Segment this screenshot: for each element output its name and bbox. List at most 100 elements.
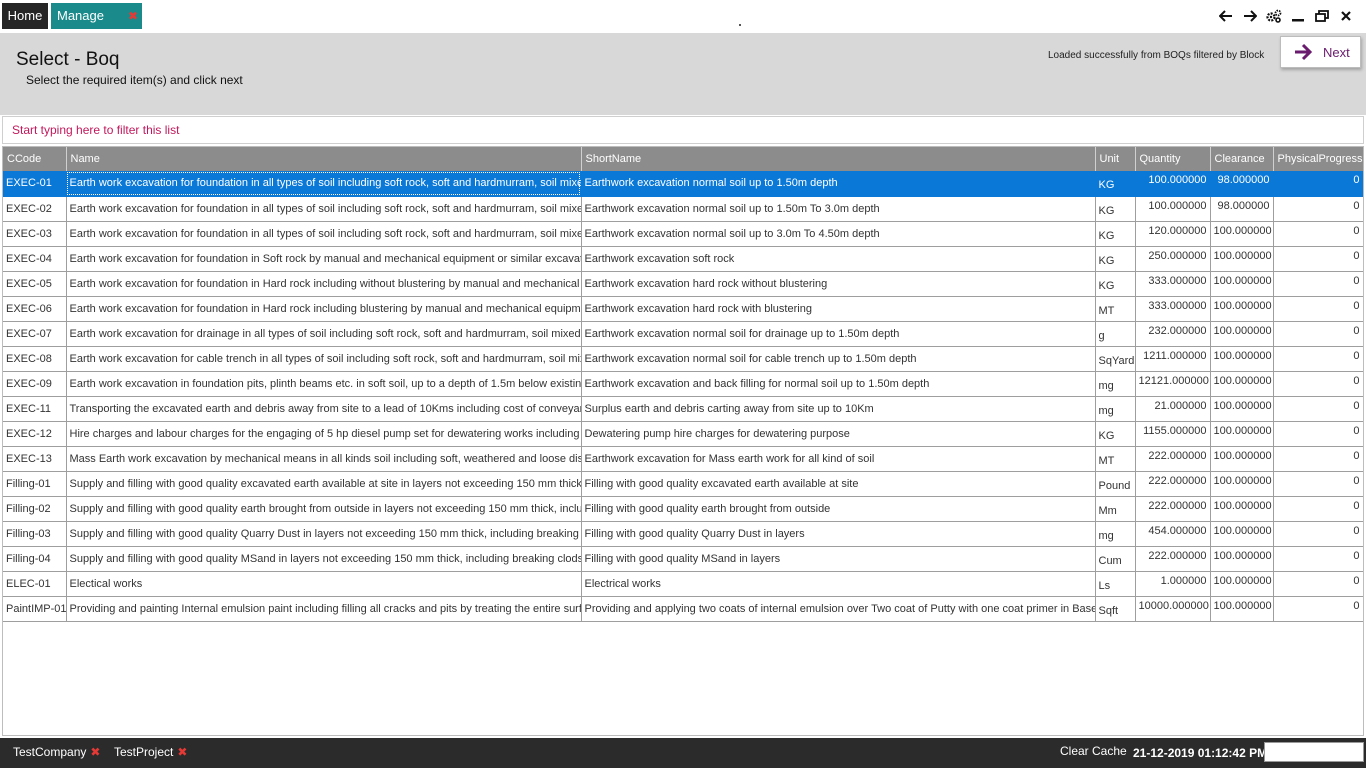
shortname-cell: Earthwork excavation normal soil up to 3… — [581, 221, 1096, 247]
progress-cell: 0 — [1273, 246, 1363, 272]
restore-icon[interactable] — [1314, 6, 1330, 26]
ccode-cell: EXEC-07 — [3, 321, 67, 347]
table-row[interactable]: Filling-01 Supply and filling with good q… — [3, 471, 1363, 497]
table-row[interactable]: EXEC-08 Earth work excavation for cable t… — [3, 346, 1363, 372]
quantity-cell: 222.000000 — [1135, 471, 1211, 497]
tab-home[interactable]: Home — [2, 3, 48, 29]
progress-cell: 0 — [1273, 546, 1363, 572]
next-button-label: Next — [1323, 44, 1350, 60]
table-row[interactable]: Filling-03 Supply and filling with good q… — [3, 521, 1363, 547]
boq-grid: CCode Name ShortName Unit Quantity Clearance P… — [2, 146, 1364, 736]
unit-cell: Sqft — [1095, 596, 1136, 622]
ccode-cell: EXEC-06 — [3, 296, 67, 322]
table-row[interactable]: EXEC-11 Transporting the excavated earth … — [3, 396, 1363, 422]
close-tab-icon[interactable]: ✖ — [128, 3, 138, 29]
unit-cell: SqYard — [1095, 346, 1136, 372]
clearance-cell: 100.000000 — [1210, 421, 1274, 447]
name-cell: Earth work excavation for cable trench i… — [66, 346, 582, 372]
company-chip[interactable]: TestCompany ✖ — [13, 745, 100, 759]
unit-cell: KG — [1095, 421, 1136, 447]
name-cell: Supply and filling with good quality exc… — [66, 471, 582, 497]
progress-cell: 0 — [1273, 221, 1363, 247]
progress-cell: 0 — [1273, 571, 1363, 597]
table-row[interactable]: EXEC-13 Mass Earth work excavation by mec… — [3, 446, 1363, 472]
quantity-cell: 222.000000 — [1135, 546, 1211, 572]
ccode-cell: Filling-04 — [3, 546, 67, 572]
close-company-icon[interactable]: ✖ — [90, 745, 100, 759]
page-title: Select - Boq — [16, 49, 120, 70]
table-row[interactable]: Filling-02 Supply and filling with good q… — [3, 496, 1363, 522]
table-row[interactable]: EXEC-06 Earth work excavation for foundat… — [3, 296, 1363, 322]
clear-cache-button[interactable]: Clear Cache — [1060, 744, 1127, 758]
project-chip[interactable]: TestProject ✖ — [114, 745, 187, 759]
table-row[interactable]: PaintIMP-01 Providing and painting Intern… — [3, 596, 1363, 622]
col-name-header[interactable]: Name — [66, 147, 582, 171]
table-header-row: CCode Name ShortName Unit Quantity Clearance P… — [3, 147, 1363, 171]
clearance-cell: 100.000000 — [1210, 446, 1274, 472]
shortname-cell: Earthwork excavation normal soil for cab… — [581, 346, 1096, 372]
table-row[interactable]: EXEC-05 Earth work excavation for foundat… — [3, 271, 1363, 297]
table-row[interactable]: EXEC-07 Earth work excavation for drainag… — [3, 321, 1363, 347]
quantity-cell: 333.000000 — [1135, 271, 1211, 297]
ccode-cell: EXEC-03 — [3, 221, 67, 247]
clearance-cell: 100.000000 — [1210, 271, 1274, 297]
quantity-cell: 100.000000 — [1135, 171, 1211, 197]
unit-cell: g — [1095, 321, 1136, 347]
table-row[interactable]: ELEC-01 Electical works Electrical works Ls… — [3, 571, 1363, 597]
name-cell: Earth work excavation for drainage in al… — [66, 321, 582, 347]
col-physical-progress-header[interactable]: PhysicalProgress — [1273, 147, 1363, 171]
unit-cell: KG — [1095, 221, 1136, 247]
unit-cell: mg — [1095, 371, 1136, 397]
close-window-icon[interactable] — [1338, 6, 1354, 26]
decorative-dot — [739, 24, 741, 26]
table-row[interactable]: EXEC-04 Earth work excavation for foundat… — [3, 246, 1363, 272]
table-row[interactable]: EXEC-03 Earth work excavation for foundat… — [3, 221, 1363, 247]
forward-arrow-icon[interactable] — [1242, 6, 1258, 26]
name-cell: Supply and filling with good quality MSa… — [66, 546, 582, 572]
table-row[interactable]: EXEC-09 Earth work excavation in foundati… — [3, 371, 1363, 397]
clearance-cell: 100.000000 — [1210, 521, 1274, 547]
back-arrow-icon[interactable] — [1218, 6, 1234, 26]
col-unit-header[interactable]: Unit — [1095, 147, 1136, 171]
unit-cell: Ls — [1095, 571, 1136, 597]
table-row[interactable]: Filling-04 Supply and filling with good q… — [3, 546, 1363, 572]
unit-cell: mg — [1095, 396, 1136, 422]
unit-cell: KG — [1095, 246, 1136, 272]
name-cell: Supply and filling with good quality Qua… — [66, 521, 582, 547]
shortname-cell: Providing and applying two coats of inte… — [581, 596, 1096, 622]
progress-cell: 0 — [1273, 296, 1363, 322]
shortname-cell: Dewatering pump hire charges for dewater… — [581, 421, 1096, 447]
unit-cell: MT — [1095, 296, 1136, 322]
filter-input[interactable] — [3, 117, 1363, 143]
minimize-icon[interactable] — [1290, 6, 1306, 26]
table-row[interactable]: EXEC-01 Earth work excavation for foundat… — [3, 171, 1363, 197]
ccode-cell: EXEC-12 — [3, 421, 67, 447]
status-message: Loaded successfully from BOQs filtered b… — [1048, 50, 1265, 61]
status-input-box[interactable] — [1264, 742, 1364, 762]
filter-box — [2, 116, 1364, 144]
name-cell: Transporting the excavated earth and deb… — [66, 396, 582, 422]
quantity-cell: 21.000000 — [1135, 396, 1211, 422]
next-button[interactable]: Next — [1280, 36, 1361, 68]
clearance-cell: 98.000000 — [1210, 196, 1274, 222]
close-project-icon[interactable]: ✖ — [177, 745, 187, 759]
shortname-cell: Earthwork excavation hard rock without b… — [581, 271, 1096, 297]
table-row[interactable]: EXEC-02 Earth work excavation for foundat… — [3, 196, 1363, 222]
quantity-cell: 10000.000000 — [1135, 596, 1211, 622]
table-row[interactable]: EXEC-12 Hire charges and labour charges f… — [3, 421, 1363, 447]
col-quantity-header[interactable]: Quantity — [1135, 147, 1211, 171]
col-shortname-header[interactable]: ShortName — [581, 147, 1096, 171]
progress-cell: 0 — [1273, 521, 1363, 547]
col-ccode-header[interactable]: CCode — [3, 147, 67, 171]
col-clearance-header[interactable]: Clearance — [1210, 147, 1274, 171]
quantity-cell: 1155.000000 — [1135, 421, 1211, 447]
ccode-cell: EXEC-09 — [3, 371, 67, 397]
ccode-cell: Filling-01 — [3, 471, 67, 497]
clearance-cell: 100.000000 — [1210, 596, 1274, 622]
quantity-cell: 222.000000 — [1135, 446, 1211, 472]
settings-gears-icon[interactable] — [1266, 6, 1282, 26]
unit-cell: MT — [1095, 446, 1136, 472]
tab-manage-zcr[interactable]: Manage ZCR ✖ — [51, 3, 142, 49]
clearance-cell: 100.000000 — [1210, 296, 1274, 322]
progress-cell: 0 — [1273, 496, 1363, 522]
